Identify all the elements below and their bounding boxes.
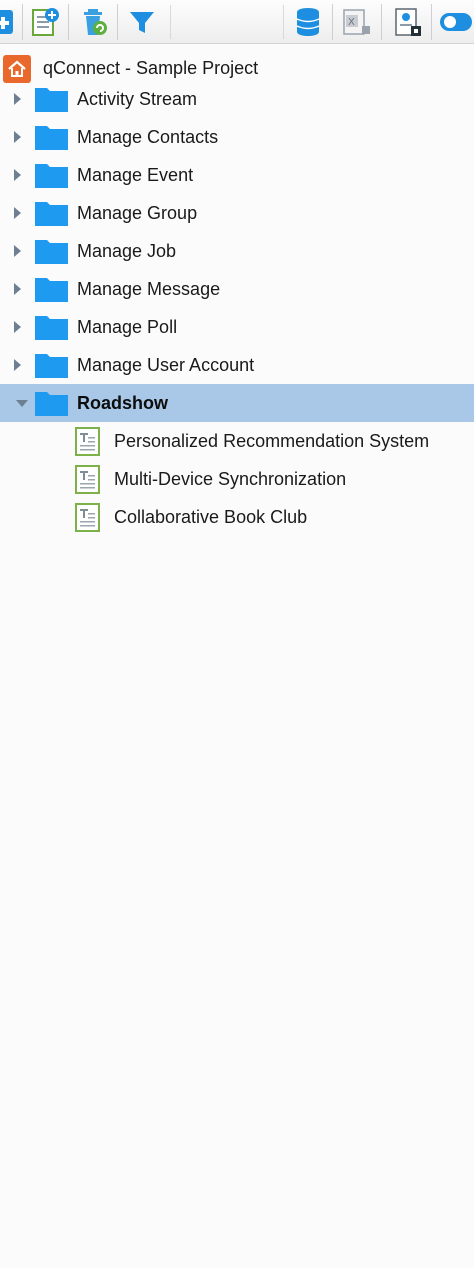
tree-folder-label: Manage Job: [77, 241, 177, 261]
toolbar: X: [0, 0, 474, 44]
root-label: qConnect - Sample Project: [43, 58, 259, 78]
tree-folder-manage-event[interactable]: Manage Event: [0, 156, 474, 194]
tree-folder-label: Activity Stream: [77, 89, 198, 109]
toggle-icon: [440, 13, 472, 31]
database-button[interactable]: [290, 3, 326, 41]
expand-arrow-icon[interactable]: [14, 321, 21, 333]
document-icon: [75, 427, 100, 456]
tree-document-label: Collaborative Book Club: [114, 507, 308, 527]
tree-folder-label: Manage User Account: [77, 355, 255, 375]
folder-icon: [35, 354, 68, 378]
tree-folder-label: Manage Poll: [77, 317, 178, 337]
expand-arrow-icon[interactable]: [14, 359, 21, 371]
expand-arrow-icon[interactable]: [14, 207, 21, 219]
database-icon: [296, 8, 320, 36]
tree-folder-manage-poll[interactable]: Manage Poll: [0, 308, 474, 346]
tree-folder-label: Manage Message: [77, 279, 221, 299]
expand-arrow-icon[interactable]: [14, 169, 21, 181]
document-icon: [75, 465, 100, 494]
tree-document-label: Multi-Device Synchronization: [114, 469, 347, 489]
tree-folder-label: Roadshow: [77, 393, 169, 413]
tree-folder-roadshow[interactable]: Roadshow: [0, 384, 474, 422]
tree-folder-manage-message[interactable]: Manage Message: [0, 270, 474, 308]
folder-icon: [35, 240, 68, 264]
document-add-icon: [32, 8, 59, 36]
tree-document-item[interactable]: Collaborative Book Club: [0, 498, 474, 536]
toggle-button[interactable]: [438, 3, 474, 41]
tree-folder-label: Manage Event: [77, 165, 194, 185]
folder-icon: [35, 316, 68, 340]
folder-icon: [35, 164, 68, 188]
tree-document-item[interactable]: Multi-Device Synchronization: [0, 460, 474, 498]
tree-folder-manage-user-account[interactable]: Manage User Account: [0, 346, 474, 384]
expand-arrow-icon[interactable]: [14, 283, 21, 295]
add-document-button[interactable]: [27, 3, 63, 41]
expand-arrow-icon[interactable]: [14, 93, 21, 105]
tree-document-item[interactable]: Personalized Recommendation System: [0, 422, 474, 460]
filter-button[interactable]: [124, 3, 160, 41]
report-button[interactable]: [389, 3, 425, 41]
excel-icon: X: [343, 9, 370, 35]
delete-button[interactable]: [77, 3, 113, 41]
new-item-button[interactable]: [0, 3, 20, 41]
expand-arrow-icon[interactable]: [14, 131, 21, 143]
document-icon: [75, 503, 100, 532]
tree-folder-manage-group[interactable]: Manage Group: [0, 194, 474, 232]
tree-folder-activity-stream[interactable]: Activity Stream: [0, 80, 474, 118]
home-icon: [3, 55, 31, 83]
excel-export-button[interactable]: X: [338, 3, 374, 41]
tree-folder-label: Manage Contacts: [77, 127, 219, 147]
tree-folder-manage-contacts[interactable]: Manage Contacts: [0, 118, 474, 156]
expand-arrow-icon[interactable]: [14, 245, 21, 257]
svg-text:X: X: [348, 17, 355, 28]
tree-folder-label: Manage Group: [77, 203, 198, 223]
collapse-arrow-icon[interactable]: [16, 400, 28, 407]
filter-icon: [130, 12, 154, 33]
folder-icon: [35, 88, 68, 112]
folder-icon: [35, 392, 68, 416]
trash-icon: [84, 9, 107, 35]
report-icon: [395, 8, 421, 36]
add-square-icon: [0, 10, 13, 34]
tree-folder-manage-job[interactable]: Manage Job: [0, 232, 474, 270]
tree-document-label: Personalized Recommendation System: [114, 431, 430, 451]
folder-icon: [35, 202, 68, 226]
folder-icon: [35, 126, 68, 150]
folder-icon: [35, 278, 68, 302]
